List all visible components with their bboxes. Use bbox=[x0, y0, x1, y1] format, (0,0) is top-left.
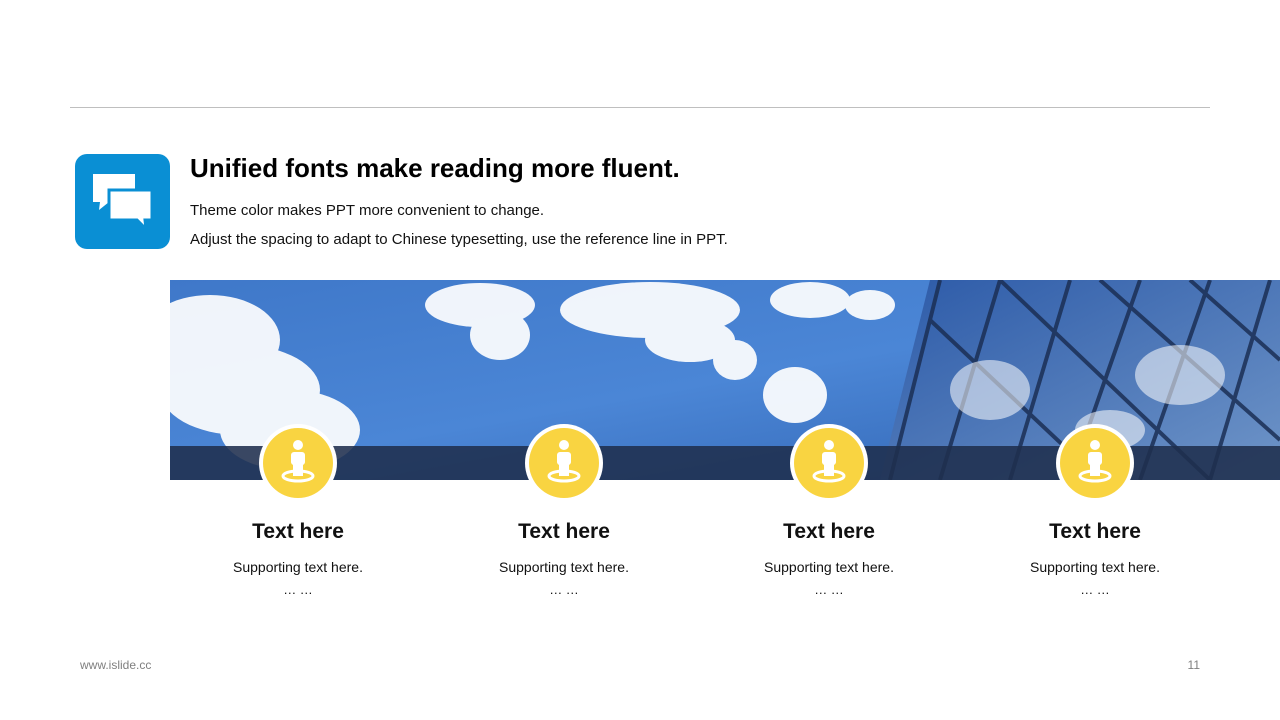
step-2-text: Supporting text here. bbox=[499, 559, 629, 575]
step-1-title: Text here bbox=[252, 520, 344, 543]
person-location-icon bbox=[547, 440, 581, 483]
step-3-badge bbox=[790, 424, 868, 502]
page-title: Unified fonts make reading more fluent. bbox=[190, 153, 680, 183]
step-2-badge bbox=[525, 424, 603, 502]
step-3-text: Supporting text here. bbox=[764, 559, 894, 575]
step-3-title: Text here bbox=[783, 520, 875, 543]
page-number: 11 bbox=[1187, 658, 1200, 672]
step-4-ellipsis: … … bbox=[1080, 582, 1110, 597]
chat-bubbles-icon bbox=[75, 154, 170, 249]
top-divider bbox=[70, 107, 1210, 108]
step-1-text: Supporting text here. bbox=[233, 559, 363, 575]
person-location-icon bbox=[1078, 440, 1112, 483]
step-1-badge bbox=[259, 424, 337, 502]
footer-url: www.islide.cc bbox=[80, 658, 152, 672]
step-4-text: Supporting text here. bbox=[1030, 559, 1160, 575]
step-2-title: Text here bbox=[518, 520, 610, 543]
subtitle-line-1: Theme color makes PPT more convenient to… bbox=[190, 202, 545, 219]
subtitle-line-2: Adjust the spacing to adapt to Chinese t… bbox=[190, 231, 728, 248]
step-4-title: Text here bbox=[1049, 520, 1141, 543]
person-location-icon bbox=[281, 440, 315, 483]
step-4-badge bbox=[1056, 424, 1134, 502]
step-1-ellipsis: … … bbox=[283, 582, 313, 597]
step-3-ellipsis: … … bbox=[814, 582, 844, 597]
step-2-ellipsis: … … bbox=[549, 582, 579, 597]
person-location-icon bbox=[812, 440, 846, 483]
